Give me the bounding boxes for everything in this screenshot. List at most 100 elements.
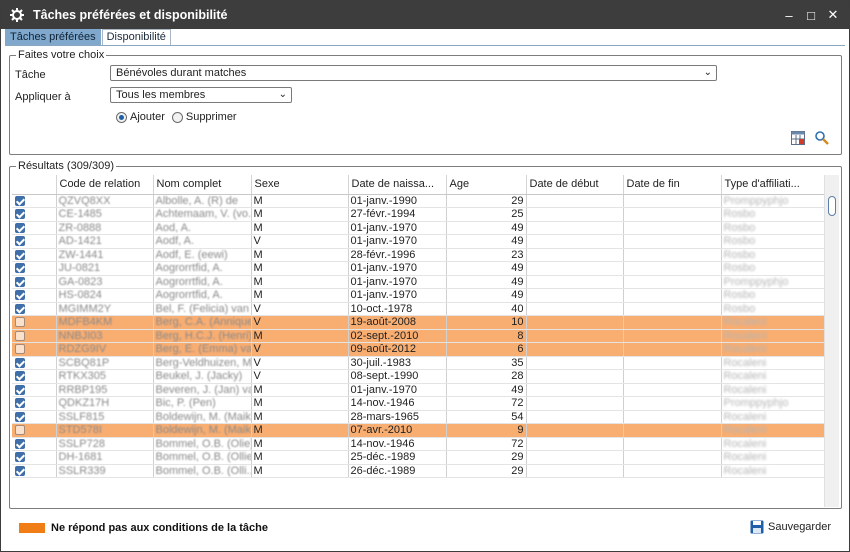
row-select-cell[interactable] [12,288,57,303]
row-select-cell[interactable] [12,410,57,424]
cell-start-date [526,410,624,424]
cell-age: 49 [446,275,527,289]
cell-dob: 27-févr.-1994 [348,207,447,222]
table-row[interactable]: AD-1421 Aodf, A. V 01-janv.-1970 49 Rosbo [12,234,825,249]
row-select-cell[interactable] [12,248,57,262]
column-header-sex[interactable]: Sexe [251,175,349,195]
table-row[interactable]: QDKZ17H Bic, P. (Pen) M 14-nov.-1946 72 Promp… [12,396,825,411]
table-row[interactable]: SSLR339 Bommel, O.B. (Olli... M 26-déc.-198… [12,464,825,478]
table-row[interactable]: RDZG9IVBerg, E. (Emma) van...V09-août-20… [12,342,825,357]
table-row[interactable]: STD578I Boldewijn, M. (Maik... M 07-avr.-20… [12,423,825,438]
table-row[interactable]: GA-0823 Aogrorrtfid, A. M 01-janv.-1970 49 Pr… [12,275,825,289]
row-checkbox[interactable] [15,209,25,220]
row-select-cell[interactable] [12,207,57,222]
row-checkbox[interactable] [15,249,25,260]
close-icon[interactable]: ✕ [823,6,843,24]
cell-start-date [526,315,624,330]
row-select-cell[interactable] [12,261,57,276]
row-select-cell[interactable] [12,383,57,397]
row-select-cell[interactable] [12,275,57,289]
task-select[interactable]: Bénévoles durant matches ⌄ [110,65,717,81]
row-checkbox[interactable] [15,465,25,476]
row-select-cell[interactable] [12,396,57,411]
row-select-cell[interactable] [12,329,57,343]
cell-affiliation: Rocaleni [721,329,825,343]
row-checkbox[interactable] [15,236,25,247]
row-select-cell[interactable] [12,464,57,478]
row-select-cell[interactable] [12,369,57,384]
row-checkbox[interactable] [15,330,25,341]
grid-export-icon[interactable] [791,131,805,145]
row-select-cell[interactable] [12,315,57,330]
table-row[interactable]: DH-1681Bommel, O.B. (Ollie...M25-déc.-19… [12,450,825,465]
search-icon[interactable] [815,131,829,145]
cell-age: 6 [446,342,527,357]
row-select-cell[interactable] [12,342,57,357]
tab-availability[interactable]: Disponibilité [101,29,171,45]
row-checkbox[interactable] [15,290,25,301]
row-checkbox[interactable] [15,263,25,274]
table-row[interactable]: HS-0824 Aogrorrtfid, A. M 01-janv.-1970 49 Ro… [12,288,825,303]
row-select-cell[interactable] [12,437,57,451]
column-header-age[interactable]: Age [446,175,527,195]
table-row[interactable]: MDFB4KMBerg, C.A. (Annique...V19-août-20… [12,315,825,330]
radio-add[interactable] [116,111,127,123]
row-checkbox[interactable] [15,357,25,368]
column-header-end-date[interactable]: Date de fin [623,175,722,195]
apply-to-select[interactable]: Tous les membres ⌄ [110,87,292,103]
row-checkbox[interactable] [15,195,25,206]
cell-age: 49 [446,383,527,397]
cell-name: Aod, A. [153,221,252,235]
row-checkbox[interactable] [15,344,25,355]
table-row[interactable]: CE-1485 Achtemaam, V. (vo... M 27-févr.-199… [12,207,825,222]
row-checkbox[interactable] [15,425,25,436]
tab-preferred-tasks[interactable]: Tâches préférées [5,29,101,45]
table-row[interactable]: NNBJI03Berg, H.C.J. (Henri) ...M02-sept.… [12,329,825,343]
row-checkbox[interactable] [15,303,25,314]
row-checkbox[interactable] [15,384,25,395]
row-checkbox[interactable] [15,371,25,382]
table-row[interactable]: SSLF815 Boldewijn, M. (Maik... M 28-mars-19… [12,410,825,424]
table-row[interactable]: QZVQ8XX Albolle, A. (R) de M 01-janv.-1990 2… [12,194,825,208]
minimize-icon[interactable]: – [779,6,799,24]
task-label: Tâche [15,69,46,81]
row-select-cell[interactable] [12,221,57,235]
table-row[interactable]: JU-0821 Aogrorrtfid, A. M 01-janv.-1970 49 Ro… [12,261,825,276]
row-select-cell[interactable] [12,302,57,316]
row-select-cell[interactable] [12,194,57,208]
maximize-icon[interactable]: □ [801,6,821,24]
scrollbar-thumb[interactable] [828,196,836,216]
row-checkbox[interactable] [15,438,25,449]
column-header-name[interactable]: Nom complet [153,175,252,195]
row-checkbox[interactable] [15,317,25,328]
save-button[interactable]: Sauvegarder [750,520,831,534]
results-table: Code de relation Nom complet Sexe Date d… [12,175,825,478]
row-checkbox[interactable] [15,276,25,287]
cell-name: Bommel, O.B. (Olie) [153,437,252,451]
column-header-affiliation[interactable]: Type d'affiliati... [721,175,825,195]
column-header-code[interactable]: Code de relation [56,175,154,195]
table-row[interactable]: SSLP728 Bommel, O.B. (Olie) M 14-nov.-1946 7… [12,437,825,451]
vertical-scrollbar[interactable] [824,175,839,507]
cell-affiliation: Rocaleni [721,342,825,357]
table-row[interactable]: MGIMM2Y Bel, F. (Felicia) van V 10-oct.-197… [12,302,825,316]
radio-remove[interactable] [171,111,183,123]
row-select-cell[interactable] [12,450,57,465]
row-checkbox[interactable] [15,452,25,463]
column-header-dob[interactable]: Date de naissa... [348,175,447,195]
cell-affiliation: Rocaleni [721,423,825,438]
row-select-cell[interactable] [12,423,57,438]
row-checkbox[interactable] [15,222,25,233]
table-row[interactable]: ZR-0888 Aod, A. M 01-janv.-1970 49 Rosbo [12,221,825,235]
row-checkbox[interactable] [15,398,25,409]
table-row[interactable]: ZW-1441 Aodf, E. (eewi) M 28-févr.-1996 23 Ro… [12,248,825,262]
table-row[interactable]: RRBP195 Beveren, J. (Jan) van M 01-janv.-19… [12,383,825,397]
table-row[interactable]: SCBQ81P Berg-Veldhuizen, M... V 30-juil.-19… [12,356,825,370]
table-row[interactable]: RTKX305 Beukel, J. (Jacky) V 08-sept.-1990 2… [12,369,825,384]
row-select-cell[interactable] [12,234,57,249]
action-radio-group: Ajouter Supprimer [116,111,237,123]
cell-dob: 14-nov.-1946 [348,437,447,451]
row-checkbox[interactable] [15,411,25,422]
row-select-cell[interactable] [12,356,57,370]
column-header-start-date[interactable]: Date de début [526,175,624,195]
